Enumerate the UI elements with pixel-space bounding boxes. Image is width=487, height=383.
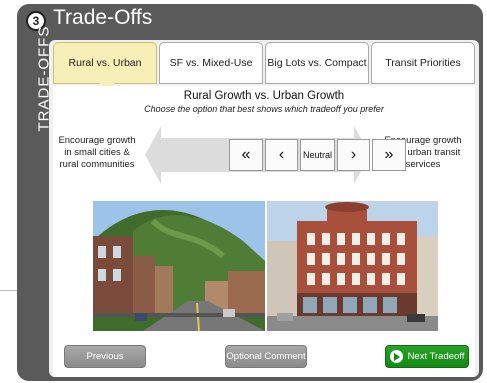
arrow-circle-right-icon — [389, 350, 403, 363]
next-tradeoff-button[interactable]: Next Tradeoff — [385, 345, 469, 368]
tab-sf-vs-mixed-use[interactable]: SF vs. Mixed-Use — [159, 42, 263, 84]
tab-bar: Rural vs. Urban SF vs. Mixed-Use Big Lot… — [53, 42, 475, 84]
tab-label: Big Lots vs. Compact — [267, 57, 367, 69]
rural-town-photo — [93, 201, 265, 331]
comment-label: Optional Comment — [226, 351, 306, 362]
previous-button[interactable]: Previous — [64, 345, 146, 368]
tradeoff-title: Rural Growth vs. Urban Growth — [183, 90, 345, 102]
neutral-button[interactable]: Neutral — [300, 139, 335, 171]
tab-label: SF vs. Mixed-Use — [169, 57, 253, 69]
optional-comment-button[interactable]: Optional Comment — [225, 345, 307, 368]
tradeoff-instructions: Choose the option that best shows which … — [144, 104, 384, 114]
page-title: Trade-Offs — [53, 6, 153, 29]
tab-label: Rural vs. Urban — [68, 57, 142, 69]
strong-left-button[interactable]: « — [229, 139, 263, 171]
background-divider — [0, 290, 18, 291]
main-content-area: Rural vs. Urban SF vs. Mixed-Use Big Lot… — [49, 40, 479, 377]
urban-building-photo — [267, 201, 438, 331]
next-label: Next Tradeoff — [407, 351, 465, 362]
left-button[interactable]: ‹ — [265, 139, 298, 171]
tab-big-lots-vs-compact[interactable]: Big Lots vs. Compact — [265, 42, 369, 84]
left-option-text: Encourage growth in small cities & rural… — [58, 135, 136, 170]
preference-scale: « ‹ Neutral › » — [145, 126, 406, 184]
tab-transit-priorities[interactable]: Transit Priorities — [371, 42, 475, 84]
tab-label: Transit Priorities — [385, 57, 461, 69]
previous-label: Previous — [86, 351, 124, 362]
tab-rural-vs-urban[interactable]: Rural vs. Urban — [53, 42, 157, 84]
app-stage: 3 Trade-Offs TRADE-OFFS Rural vs. Urban … — [0, 0, 487, 383]
right-button[interactable]: › — [337, 139, 370, 171]
comparison-photos — [93, 201, 438, 341]
strong-right-button[interactable]: » — [372, 139, 406, 171]
tradeoff-card: Rural Growth vs. Urban Growth Choose the… — [53, 86, 475, 377]
